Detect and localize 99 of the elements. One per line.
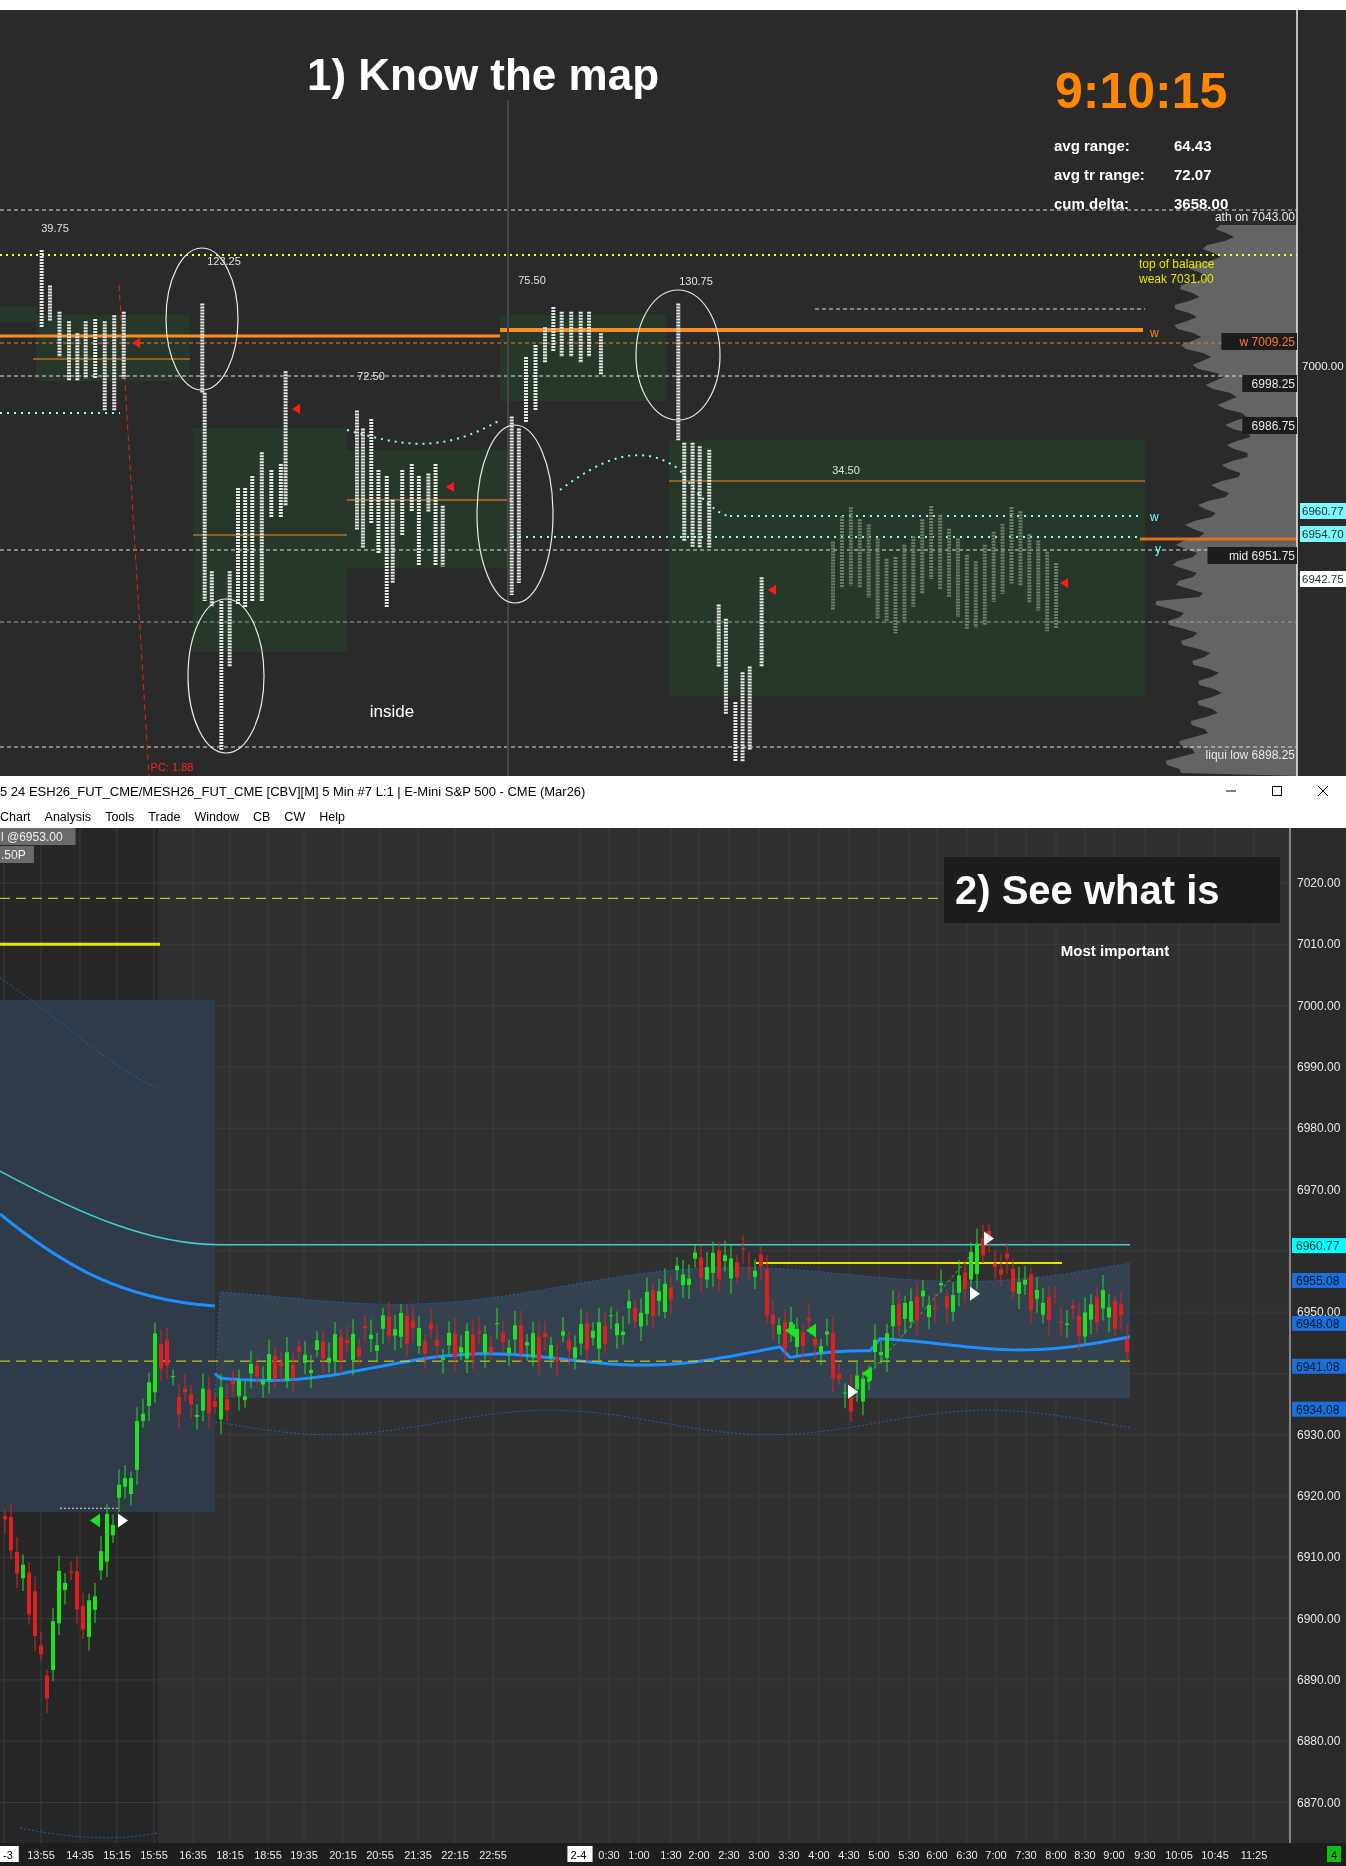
time-label: 2:30 xyxy=(718,1849,740,1861)
time-marker: 2-4 xyxy=(567,1846,593,1862)
maximize-icon xyxy=(1272,786,1282,796)
time-label: 6:00 xyxy=(926,1849,948,1861)
chart-annotation: 34.50 xyxy=(832,464,860,476)
time-label: 1:00 xyxy=(628,1849,650,1861)
menu-item[interactable]: Help xyxy=(319,810,345,824)
chart-annotation: inside xyxy=(369,702,415,721)
menu-item[interactable]: CB xyxy=(253,810,271,824)
stat-label: avg range: xyxy=(1054,137,1130,154)
price-tag: 6942.75 xyxy=(1300,571,1346,587)
level-label: top of balance xyxy=(1139,257,1215,271)
level-label: liqui low 6898.25 xyxy=(1205,748,1295,762)
price-axis-label: 6990.00 xyxy=(1297,1059,1341,1074)
time-label: 16:35 xyxy=(179,1849,207,1861)
level-label: ath on 7043.00 xyxy=(1214,210,1295,224)
time-label: 4:00 xyxy=(808,1849,830,1861)
stat-value: 72.07 xyxy=(1174,166,1212,183)
price-tag: 6948.08 xyxy=(1292,1315,1346,1331)
menu-item[interactable]: Trade xyxy=(148,810,181,824)
line-mark: y xyxy=(1155,542,1161,556)
stat-value: 64.43 xyxy=(1174,137,1212,154)
time-label: 0:30 xyxy=(598,1849,620,1861)
info-tag: .50P xyxy=(0,846,34,863)
menu-item[interactable]: Chart xyxy=(0,810,31,824)
price-axis-label: 7010.00 xyxy=(1297,937,1341,952)
close-icon xyxy=(1318,786,1328,796)
time-label: 21:35 xyxy=(404,1849,432,1861)
level-tag: mid 6951.75 xyxy=(1207,547,1297,564)
line-mark: w xyxy=(1150,510,1159,524)
clock-time: 9:10:15 xyxy=(1055,63,1228,119)
time-label: 10:45 xyxy=(1201,1849,1229,1861)
price-axis-label: 7020.00 xyxy=(1297,876,1341,890)
stat-label: cum delta: xyxy=(1054,195,1129,212)
time-label: 9:30 xyxy=(1134,1849,1156,1861)
chart-annotation: 130.75 xyxy=(679,275,713,287)
menu-item[interactable]: Tools xyxy=(105,810,135,824)
price-label: 7000.00 xyxy=(1302,360,1344,372)
time-label: 22:55 xyxy=(479,1849,507,1861)
price-axis-label: 6900.00 xyxy=(1297,1611,1341,1626)
price-tag: 6960.77 xyxy=(1300,503,1346,519)
time-label: 20:15 xyxy=(329,1849,357,1861)
price-axis-label: 6890.00 xyxy=(1297,1672,1341,1687)
time-label: 5:00 xyxy=(868,1849,890,1861)
menu-item[interactable]: CW xyxy=(284,810,306,824)
stat-value: 3658.00 xyxy=(1174,195,1229,212)
time-label: 4:30 xyxy=(838,1849,860,1861)
window-title: 5 24 ESH26_FUT_CME/MESH26_FUT_CME [CBV][M] 5 Min #7 L:1 | E-Mini S&P 500 - CME (Mar26) xyxy=(0,783,586,799)
price-axis-label: 6930.00 xyxy=(1297,1427,1341,1442)
price-axis-label: 6980.00 xyxy=(1297,1121,1341,1136)
chart-annotation: 75.50 xyxy=(518,274,546,286)
stat-label: avg tr range: xyxy=(1054,166,1145,183)
time-label: 1:30 xyxy=(660,1849,682,1861)
line-mark: w xyxy=(1150,326,1159,340)
time-label: 10:05 xyxy=(1165,1849,1193,1861)
time-label: 19:35 xyxy=(290,1849,318,1861)
time-label: 7:00 xyxy=(985,1849,1007,1861)
price-axis-label: 7000.00 xyxy=(1297,998,1341,1013)
time-label: 9:00 xyxy=(1103,1849,1125,1861)
time-label: 22:15 xyxy=(441,1849,469,1861)
time-label: 7:30 xyxy=(1015,1849,1037,1861)
level-label: weak 7031.00 xyxy=(1139,272,1214,286)
price-tag: 6960.77 xyxy=(1292,1238,1346,1254)
time-marker: -3 xyxy=(0,1846,19,1862)
time-label: 20:55 xyxy=(366,1849,394,1861)
time-label: 8:00 xyxy=(1045,1849,1067,1861)
time-label: 13:55 xyxy=(27,1849,55,1861)
price-axis-label: 6870.00 xyxy=(1297,1795,1341,1810)
time-label: 6:30 xyxy=(956,1849,978,1861)
time-label: 15:55 xyxy=(140,1849,168,1861)
time-label: 15:15 xyxy=(103,1849,131,1861)
overlay-subtitle: Most important xyxy=(1060,942,1170,959)
time-label: 11:25 xyxy=(1240,1849,1268,1861)
chart-annotation: 39.75 xyxy=(41,222,69,234)
time-label: 14:35 xyxy=(66,1849,94,1861)
time-label: 5:30 xyxy=(898,1849,920,1861)
level-tag: 6986.75 xyxy=(1242,417,1297,434)
time-label: 3:30 xyxy=(778,1849,800,1861)
chart-annotation: 72.50 xyxy=(357,370,385,382)
chart-title: 1) Know the map xyxy=(307,50,660,99)
time-label: 2:00 xyxy=(688,1849,710,1861)
menu-item[interactable]: Analysis xyxy=(44,810,92,824)
price-axis-label: 6920.00 xyxy=(1297,1489,1341,1503)
overlay-title: 2) See what is xyxy=(944,857,1280,923)
price-axis-label: 6970.00 xyxy=(1297,1182,1341,1197)
info-tag: l @6953.00 xyxy=(0,828,76,845)
chart-annotation: PC: 1.88 xyxy=(150,761,194,773)
level-tag: w 7009.25 xyxy=(1221,333,1297,350)
level-tag: 6998.25 xyxy=(1242,375,1297,392)
price-tag: 6954.70 xyxy=(1300,526,1346,542)
time-label: 3:00 xyxy=(748,1849,770,1861)
status-badge: 4 xyxy=(1327,1846,1341,1862)
menu-item[interactable]: Window xyxy=(194,810,239,824)
time-label: 18:15 xyxy=(216,1849,244,1861)
price-axis-label: 6880.00 xyxy=(1297,1734,1341,1749)
price-level-line xyxy=(59,1507,119,1509)
price-axis-label: 6910.00 xyxy=(1297,1550,1341,1565)
time-label: 8:30 xyxy=(1074,1849,1096,1861)
time-label: 18:55 xyxy=(254,1849,282,1861)
